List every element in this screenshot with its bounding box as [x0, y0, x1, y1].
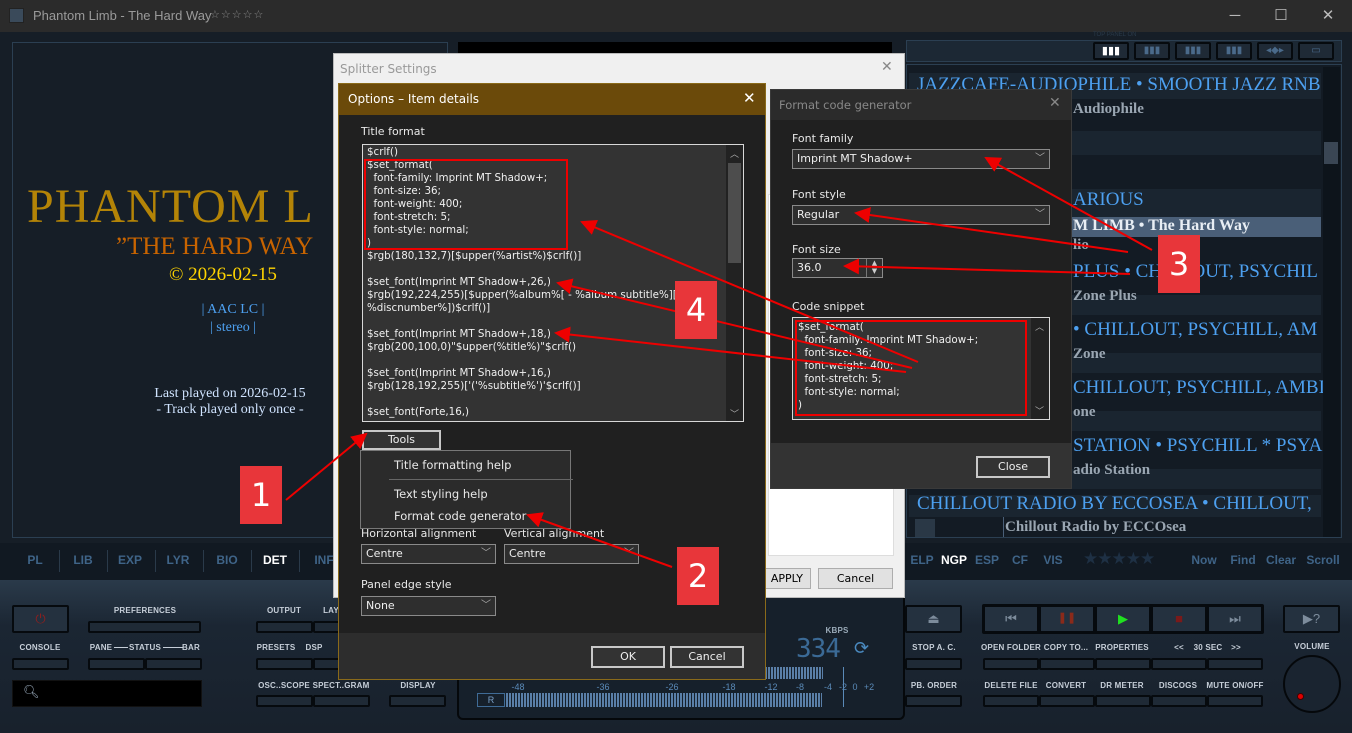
- annotation-arrows: [285, 157, 1153, 568]
- annotation-badge-2: 2: [677, 547, 719, 605]
- arrow-1: [285, 432, 368, 501]
- annotation-badge-4: 4: [675, 281, 717, 339]
- arrow-3c: [843, 258, 1131, 275]
- arrow-3b: [854, 207, 1129, 253]
- annotation-badge-1: 1: [240, 466, 282, 524]
- arrow-4c: [554, 326, 907, 373]
- arrow-2: [526, 512, 673, 568]
- annotation-badge-3: 3: [1158, 235, 1200, 293]
- arrow-4b: [556, 278, 913, 369]
